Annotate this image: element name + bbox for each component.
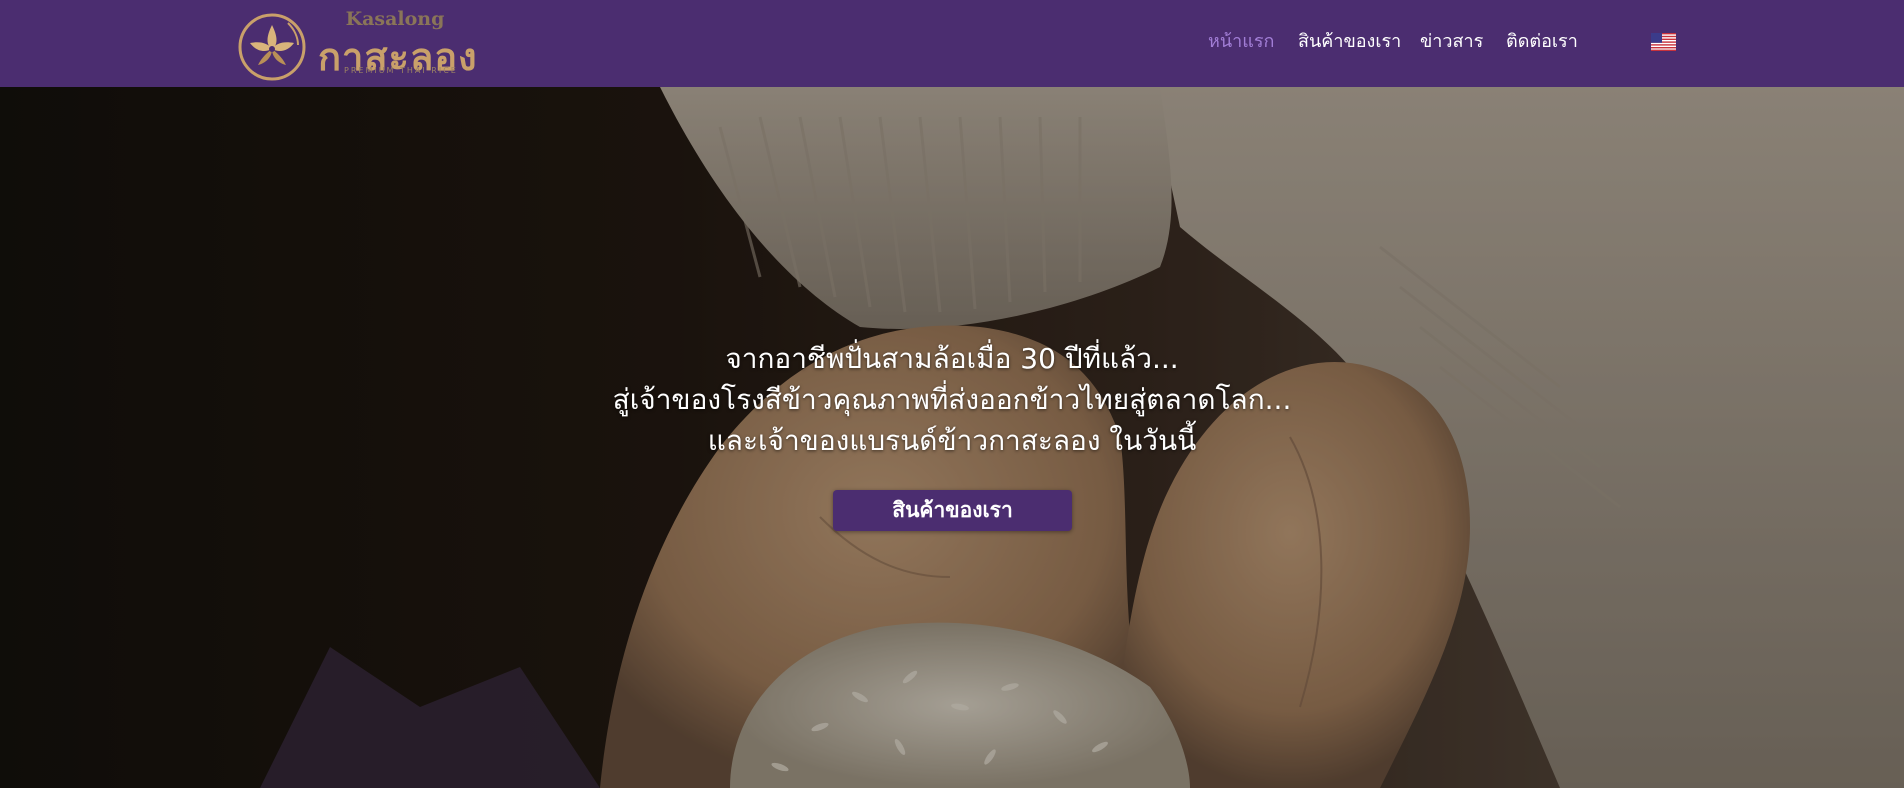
brand-tagline: PREMIUM THAI RICE <box>344 66 458 75</box>
nav-item-news[interactable]: ข่าวสาร <box>1420 29 1483 55</box>
nav-item-home[interactable]: หน้าแรก <box>1208 29 1274 55</box>
main-nav: หน้าแรก สินค้าของเรา ข่าวสาร ติดต่อเรา <box>0 29 1904 55</box>
nav-item-products[interactable]: สินค้าของเรา <box>1298 29 1401 55</box>
hero-line-2: สู่เจ้าของโรงสีข้าวคุณภาพที่ส่งออกข้าวไท… <box>612 383 1292 416</box>
hero-headline: จากอาชีพปั่นสามล้อเมื่อ 30 ปีที่แล้ว... … <box>0 338 1904 461</box>
hero-line-1: จากอาชีพปั่นสามล้อเมื่อ 30 ปีที่แล้ว... <box>725 342 1179 375</box>
nav-item-contact[interactable]: ติดต่อเรา <box>1506 29 1578 55</box>
site-header: Kasalong กาสะลอง PREMIUM THAI RICE หน้าแ… <box>0 0 1904 87</box>
our-products-button[interactable]: สินค้าของเรา <box>833 490 1072 531</box>
us-flag-icon[interactable] <box>1651 33 1676 51</box>
hero-banner: จากอาชีพปั่นสามล้อเมื่อ 30 ปีที่แล้ว... … <box>0 87 1904 788</box>
hero-line-3: และเจ้าของแบรนด์ข้าวกาสะลอง ในวันนี้ <box>707 424 1197 457</box>
